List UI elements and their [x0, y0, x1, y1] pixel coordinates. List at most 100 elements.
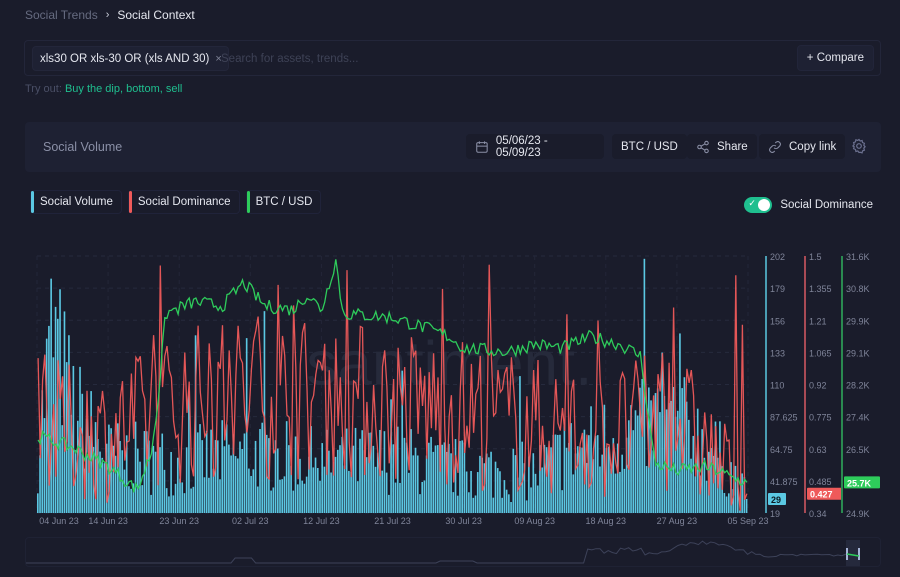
- social-volume-bar: [610, 468, 612, 513]
- social-volume-bar: [505, 489, 508, 513]
- legend-item-social-volume[interactable]: Social Volume: [30, 190, 122, 214]
- x-tick-label: 27 Aug 23: [657, 516, 698, 526]
- legend-item-btc-usd[interactable]: BTC / USD: [245, 190, 322, 214]
- social-volume-bar: [676, 410, 679, 513]
- social-volume-bar: [403, 437, 406, 513]
- social-volume-bar: [205, 430, 208, 513]
- social-volume-bar: [314, 457, 317, 513]
- social-volume-bar: [436, 445, 439, 513]
- social-dominance-toggle[interactable]: ✓: [744, 197, 773, 213]
- social-volume-bar: [634, 410, 637, 513]
- breadcrumb-current: Social Context: [117, 8, 195, 22]
- social-volume-bar: [201, 440, 204, 513]
- social-volume-bar: [305, 476, 308, 513]
- breadcrumb-parent[interactable]: Social Trends: [25, 8, 98, 22]
- social-volume-bar: [123, 469, 126, 513]
- date-range-label: 05/06/23 - 05/09/23: [495, 134, 548, 159]
- legend-color-swatch: [128, 191, 132, 213]
- axis-tick-label: 179: [770, 284, 785, 294]
- x-tick-label: 05 Sep 23: [727, 516, 768, 526]
- social-volume-bar: [599, 466, 601, 513]
- social-volume-bar: [501, 497, 503, 513]
- social-volume-bar: [572, 474, 575, 513]
- social-volume-bar: [163, 469, 166, 513]
- social-volume-bar: [161, 433, 164, 513]
- social-volume-bar: [396, 426, 399, 513]
- gear-icon[interactable]: [851, 138, 867, 154]
- social-volume-bar: [236, 458, 239, 513]
- social-volume-bar: [383, 431, 386, 513]
- axis-tick-label: 1.355: [809, 284, 832, 294]
- legend-item-social-dominance[interactable]: Social Dominance: [127, 190, 240, 214]
- social-volume-bar: [525, 500, 528, 513]
- chart[interactable]: santiment.20217915613311087.62564.7541.8…: [0, 240, 900, 540]
- social-volume-bar: [54, 306, 57, 513]
- social-volume-bar: [330, 472, 332, 513]
- social-volume-bar: [585, 462, 588, 513]
- social-volume-bar: [392, 444, 395, 513]
- social-volume-bar: [563, 422, 566, 513]
- social-volume-bar: [414, 447, 417, 513]
- social-volume-bar: [514, 455, 517, 513]
- social-volume-bar: [270, 490, 272, 513]
- social-volume-bar: [419, 494, 421, 513]
- social-volume-bar: [443, 442, 446, 513]
- social-volume-bar: [728, 493, 730, 513]
- social-volume-bar: [281, 479, 284, 513]
- compare-button[interactable]: + Compare: [796, 45, 874, 71]
- social-volume-bar: [250, 475, 252, 513]
- search-bar: xls30 OR xls-30 OR (xls AND 30) × + Comp…: [24, 40, 881, 76]
- social-volume-bar: [374, 466, 377, 513]
- social-volume-bar: [261, 422, 264, 513]
- social-volume-bar: [321, 443, 324, 513]
- social-volume-bar: [241, 448, 244, 513]
- social-volume-bar: [399, 482, 401, 513]
- social-volume-bar: [185, 447, 188, 513]
- social-volume-bar: [596, 435, 599, 513]
- social-volume-bar: [492, 497, 495, 513]
- check-icon: ✓: [748, 198, 756, 208]
- social-volume-bar: [114, 455, 117, 513]
- social-volume-bar: [659, 412, 661, 513]
- social-volume-bar: [263, 311, 266, 513]
- toggle-knob: [758, 199, 771, 211]
- copy-link-button[interactable]: Copy link: [759, 134, 846, 159]
- share-button[interactable]: Share: [687, 134, 757, 159]
- link-icon: [769, 140, 781, 153]
- social-volume-bar: [230, 455, 232, 513]
- chart-navigator[interactable]: [25, 537, 881, 567]
- social-volume-bar: [459, 440, 461, 513]
- social-volume-bar: [288, 445, 290, 513]
- social-volume-bar: [179, 478, 181, 513]
- social-volume-bar: [312, 467, 315, 513]
- social-volume-bar: [276, 448, 279, 513]
- tryout-suggestions[interactable]: Buy the dip, bottom, sell: [65, 83, 182, 95]
- search-tag: xls30 OR xls-30 OR (xls AND 30) ×: [32, 46, 229, 71]
- date-range-button[interactable]: 05/06/23 - 05/09/23: [466, 134, 604, 159]
- social-volume-bar: [734, 465, 737, 513]
- social-volume-bar: [136, 448, 139, 513]
- social-volume-bar: [101, 457, 104, 513]
- social-volume-bar: [425, 455, 428, 513]
- x-tick-label: 18 Aug 23: [586, 516, 627, 526]
- social-volume-bar: [636, 415, 639, 513]
- axis-tick-label: 1.5: [809, 252, 822, 262]
- x-tick-label: 23 Jun 23: [159, 516, 199, 526]
- social-volume-bar: [352, 445, 355, 513]
- social-volume-bar: [176, 457, 179, 513]
- social-volume-bar: [359, 438, 361, 513]
- axis-tick-label: 110: [770, 381, 784, 391]
- social-volume-bar: [461, 440, 463, 513]
- social-volume-bar: [685, 401, 688, 513]
- social-volume-bar: [694, 476, 697, 513]
- search-input[interactable]: [221, 47, 781, 71]
- x-tick-label: 12 Jul 23: [303, 516, 340, 526]
- axis-tick-label: 26.5K: [846, 445, 870, 455]
- social-volume-bar: [423, 480, 426, 513]
- social-volume-bar: [174, 483, 177, 513]
- social-volume-bar: [441, 444, 444, 513]
- pair-button[interactable]: BTC / USD: [612, 134, 687, 159]
- social-volume-bar: [430, 436, 432, 513]
- social-volume-bar: [252, 469, 255, 513]
- social-volume-bar: [72, 365, 75, 513]
